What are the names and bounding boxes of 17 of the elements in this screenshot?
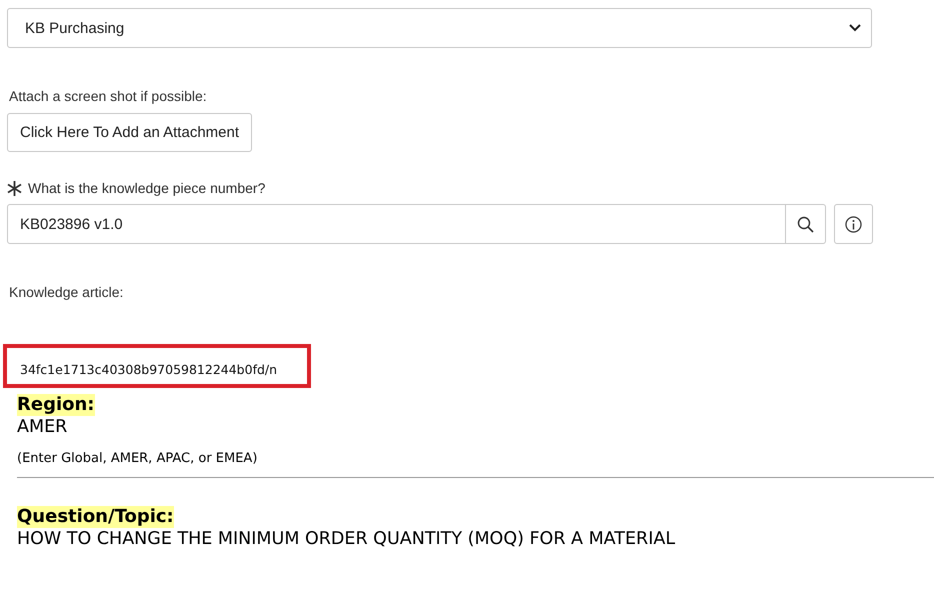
search-button[interactable]: [786, 204, 826, 244]
knowledge-number-field[interactable]: KB023896 v1.0: [7, 204, 786, 244]
attachment-label: Attach a screen shot if possible:: [9, 88, 208, 104]
article-id-text: 34fc1e1713c40308b97059812244b0fd/n: [3, 344, 311, 388]
search-icon: [797, 216, 814, 232]
section-heading: Question/Topic:: [17, 506, 174, 528]
article-label: Knowledge article:: [9, 284, 124, 300]
section-value: AMER: [17, 416, 68, 439]
category-select[interactable]: KB Purchasing: [7, 8, 872, 48]
section-heading: Region:: [17, 394, 95, 416]
section-value: HOW TO CHANGE THE MINIMUM ORDER QUANTITY (MOQ) FOR A MATERIAL: [17, 528, 676, 551]
field-label: What is the knowledge piece number?: [28, 180, 266, 196]
info-icon: [845, 216, 862, 232]
add-attachment-button[interactable]: Click Here To Add an Attachment: [7, 113, 252, 152]
chevron-down-icon: [849, 24, 861, 32]
section-hint: (Enter Global, AMER, APAC, or EMEA): [17, 451, 258, 466]
info-button[interactable]: [834, 204, 873, 244]
